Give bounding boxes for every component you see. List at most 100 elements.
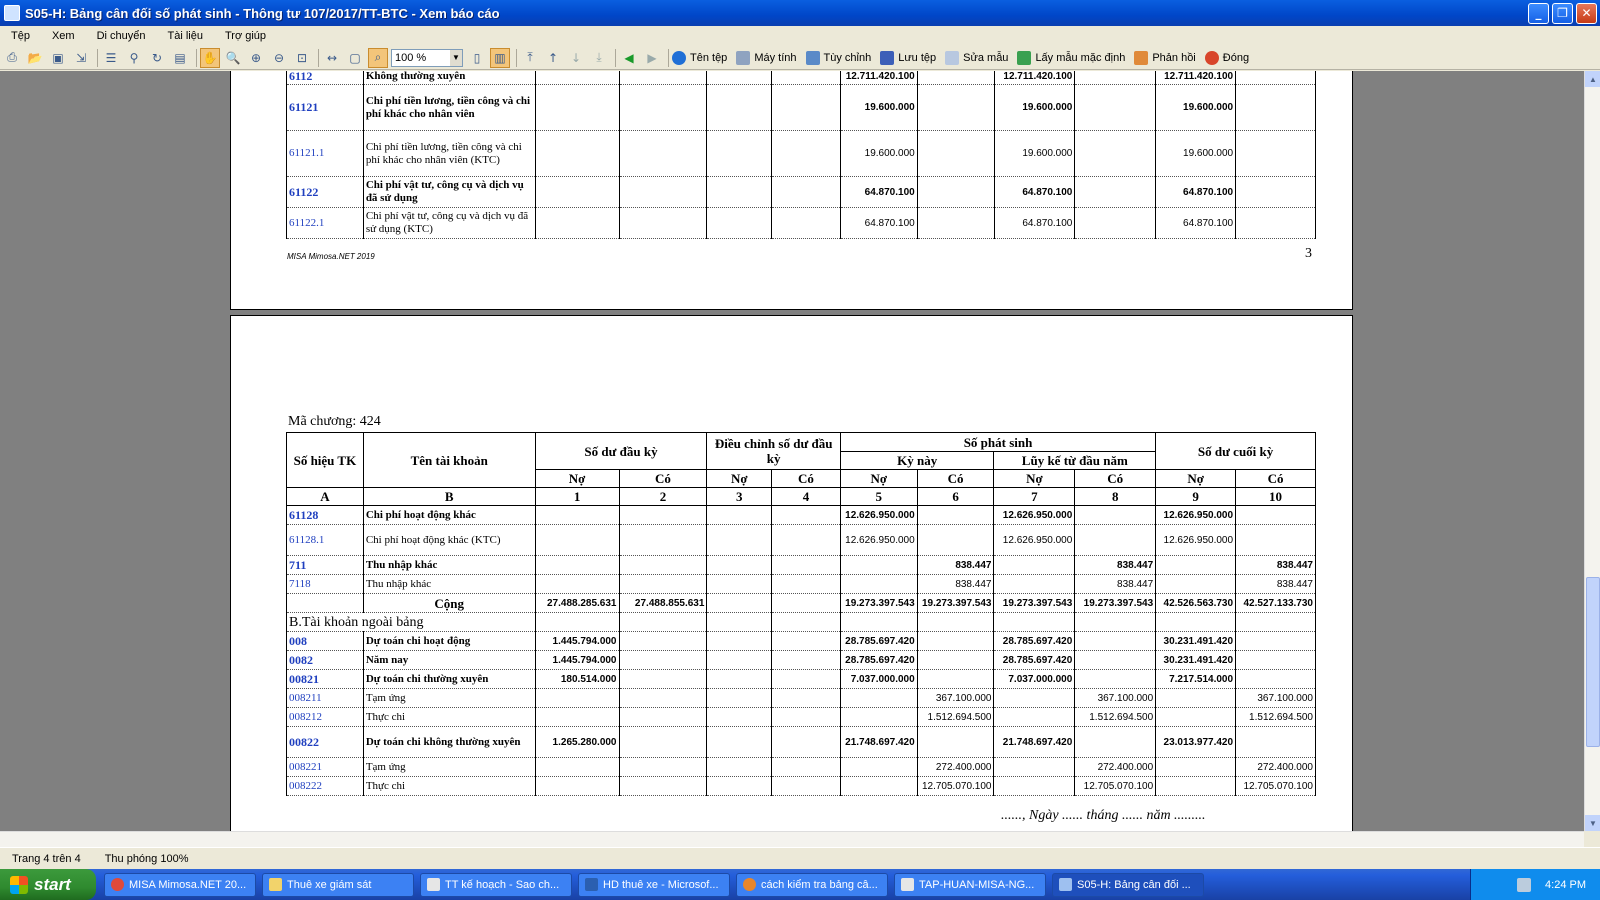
report-viewport[interactable]: 6112 Không thường xuyên 12.711.420.100 12.7…	[0, 71, 1584, 831]
multi-page-icon[interactable]: ▥	[490, 47, 510, 68]
minimize-button[interactable]: _	[1528, 2, 1549, 24]
save-file-button[interactable]: Lưu tệp	[880, 50, 936, 65]
table-row[interactable]: 008212 Thực chi 1.512.694.500 1.512.694.500…	[286, 707, 1316, 727]
menu-view[interactable]: Xem	[41, 30, 86, 42]
amount-col-3	[706, 726, 773, 758]
calculator-button[interactable]: Máy tính	[736, 50, 797, 65]
account-code: 008222	[286, 776, 364, 796]
scroll-thumb[interactable]	[1586, 577, 1600, 747]
zoom-select[interactable]: 100 % ▼	[391, 48, 463, 67]
table-row[interactable]: 711 Thu nhập khác 838.447 838.447 838.447	[286, 555, 1316, 575]
table-row[interactable]: 00822 Dự toán chi không thường xuyên 1.265…	[286, 726, 1316, 758]
page3-table: 6112 Không thường xuyên 12.711.420.100 12.7…	[286, 71, 1316, 239]
horizontal-scrollbar[interactable]	[0, 831, 1584, 847]
column-index-label: A	[286, 487, 364, 506]
zoom-100-icon[interactable]: ⌕	[368, 47, 388, 68]
amount-col-2	[618, 669, 708, 689]
amount-col-1	[534, 757, 620, 777]
amount-col-8: 1.512.694.500	[1074, 707, 1157, 727]
file-name-button[interactable]: Tên tệp	[672, 50, 727, 65]
default-template-button[interactable]: Lấy mẫu mặc định	[1017, 50, 1125, 65]
table-row[interactable]: 61121 Chi phí tiền lương, tiền công và ch…	[286, 84, 1316, 131]
menu-navigate[interactable]: Di chuyển	[86, 30, 157, 42]
zoom-out-icon[interactable]: ⊖	[269, 48, 289, 68]
start-button[interactable]: start	[0, 869, 96, 900]
back-icon[interactable]: ◀	[619, 48, 639, 68]
app-icon	[111, 878, 124, 891]
table-row[interactable]: 6112 Không thường xuyên 12.711.420.100 12.7…	[286, 71, 1316, 85]
amount-col-8: 367.100.000	[1074, 688, 1157, 708]
total-col-5: 19.273.397.543	[839, 593, 918, 613]
vertical-scrollbar[interactable]: ▲ ▼	[1584, 71, 1600, 831]
zoom-in-icon[interactable]: ⊕	[246, 48, 266, 68]
feedback-button[interactable]: Phản hồi	[1134, 50, 1196, 65]
edit-template-button[interactable]: Sửa mẫu	[945, 50, 1008, 65]
amount-col-6	[916, 631, 995, 651]
amount-col-3	[706, 757, 773, 777]
table-row[interactable]: 008211 Tạm ứng 367.100.000 367.100.000 367.1…	[286, 688, 1316, 708]
refresh-icon[interactable]: ↻	[147, 48, 167, 68]
table-row[interactable]: 61128 Chi phí hoạt động khác 12.626.950.00…	[286, 505, 1316, 525]
table-row[interactable]: 61128.1 Chi phí hoạt động khác (KTC) 12.62…	[286, 524, 1316, 556]
menu-help[interactable]: Trợ giúp	[214, 30, 277, 42]
export-icon[interactable]: ⇲	[71, 48, 91, 68]
last-page-icon[interactable]: ⤓	[589, 48, 609, 68]
table-row[interactable]: 7118 Thu nhập khác 838.447 838.447 838.447	[286, 574, 1316, 594]
amount-col-1	[534, 688, 620, 708]
table-row[interactable]: 61121.1 Chi phí tiền lương, tiền công và …	[286, 130, 1316, 177]
toc-icon[interactable]: ☰	[101, 48, 121, 68]
task-word-doc-2[interactable]: HD thuê xe - Microsof...	[578, 872, 730, 897]
amount-col-1	[534, 707, 620, 727]
customize-button[interactable]: Tùy chỉnh	[805, 50, 871, 65]
find-icon[interactable]: ⚲	[124, 48, 144, 68]
magnifier-icon[interactable]: 🔍	[223, 48, 243, 68]
amount-col-3	[706, 84, 773, 131]
fit-page-icon[interactable]: ▢	[345, 48, 365, 68]
task-misa[interactable]: MISA Mimosa.NET 20...	[104, 872, 256, 897]
report-page-4: Mã chương: 424 Số hiệu TK Tên tài khoản …	[230, 315, 1353, 831]
amount-col-1	[534, 207, 620, 239]
browser-icon	[743, 878, 756, 891]
table-row[interactable]: 008222 Thực chi 12.705.070.100 12.705.070.1…	[286, 776, 1316, 796]
network-icon[interactable]	[1517, 877, 1532, 892]
account-name: Chi phí hoạt động khác (KTC)	[362, 524, 536, 556]
amount-col-3	[706, 207, 773, 239]
amount-col-9: 19.600.000	[1155, 130, 1237, 177]
save-icon[interactable]: ▣	[48, 48, 68, 68]
amount-col-9: 19.600.000	[1155, 84, 1237, 131]
next-page-icon[interactable]: ↓	[566, 48, 586, 68]
task-report-viewer[interactable]: S05-H: Bảng cân đối ...	[1052, 872, 1204, 897]
amount-col-6: 367.100.000	[916, 688, 995, 708]
table-row[interactable]: 008 Dự toán chi hoạt động 1.445.794.000 28.…	[286, 631, 1316, 651]
menu-file[interactable]: Tệp	[0, 30, 41, 42]
menu-document[interactable]: Tài liệu	[157, 30, 214, 42]
scroll-down-icon[interactable]: ▼	[1585, 815, 1600, 831]
table-row[interactable]: 61122 Chi phí vật tư, công cụ và dịch vụ …	[286, 176, 1316, 208]
open-icon[interactable]: 📂	[25, 48, 45, 68]
table-row[interactable]: 008221 Tạm ứng 272.400.000 272.400.000 272.4…	[286, 757, 1316, 777]
task-training-doc[interactable]: TAP-HUAN-MISA-NG...	[894, 872, 1046, 897]
page-indicator[interactable]: Trang 4 trên 4	[0, 853, 93, 865]
fit-width-icon[interactable]: ↔	[322, 48, 342, 68]
clock[interactable]: 4:24 PM	[1545, 879, 1586, 891]
restore-button[interactable]: ❐	[1552, 2, 1573, 24]
single-page-icon[interactable]: ▯	[467, 48, 487, 68]
prev-page-icon[interactable]: ↑	[543, 48, 563, 68]
page-setup-icon[interactable]: ▤	[170, 48, 190, 68]
forward-icon[interactable]: ▶	[642, 48, 662, 68]
first-page-icon[interactable]: ⤒	[520, 48, 540, 68]
table-row[interactable]: 61122.1 Chi phí vật tư, công cụ và dịch v…	[286, 207, 1316, 239]
task-browser[interactable]: cách kiểm tra bảng câ...	[736, 872, 888, 897]
table-row[interactable]: 0082 Năm nay 1.445.794.000 28.785.697.420 28…	[286, 650, 1316, 670]
amount-col-8	[1074, 631, 1157, 651]
print-icon[interactable]: ⎙	[2, 48, 22, 68]
scroll-up-icon[interactable]: ▲	[1585, 71, 1600, 87]
task-folder[interactable]: Thuê xe giám sát	[262, 872, 414, 897]
task-word-doc-1[interactable]: TT kế hoạch - Sao ch...	[420, 872, 572, 897]
close-button[interactable]: ✕	[1576, 2, 1597, 24]
page3-number: 3	[1305, 246, 1312, 261]
table-row[interactable]: 00821 Dự toán chi thường xuyên 180.514.000…	[286, 669, 1316, 689]
close-report-button[interactable]: Đóng	[1204, 50, 1249, 65]
hand-tool-icon[interactable]: ✋	[200, 47, 220, 68]
zoom-region-icon[interactable]: ⊡	[292, 48, 312, 68]
